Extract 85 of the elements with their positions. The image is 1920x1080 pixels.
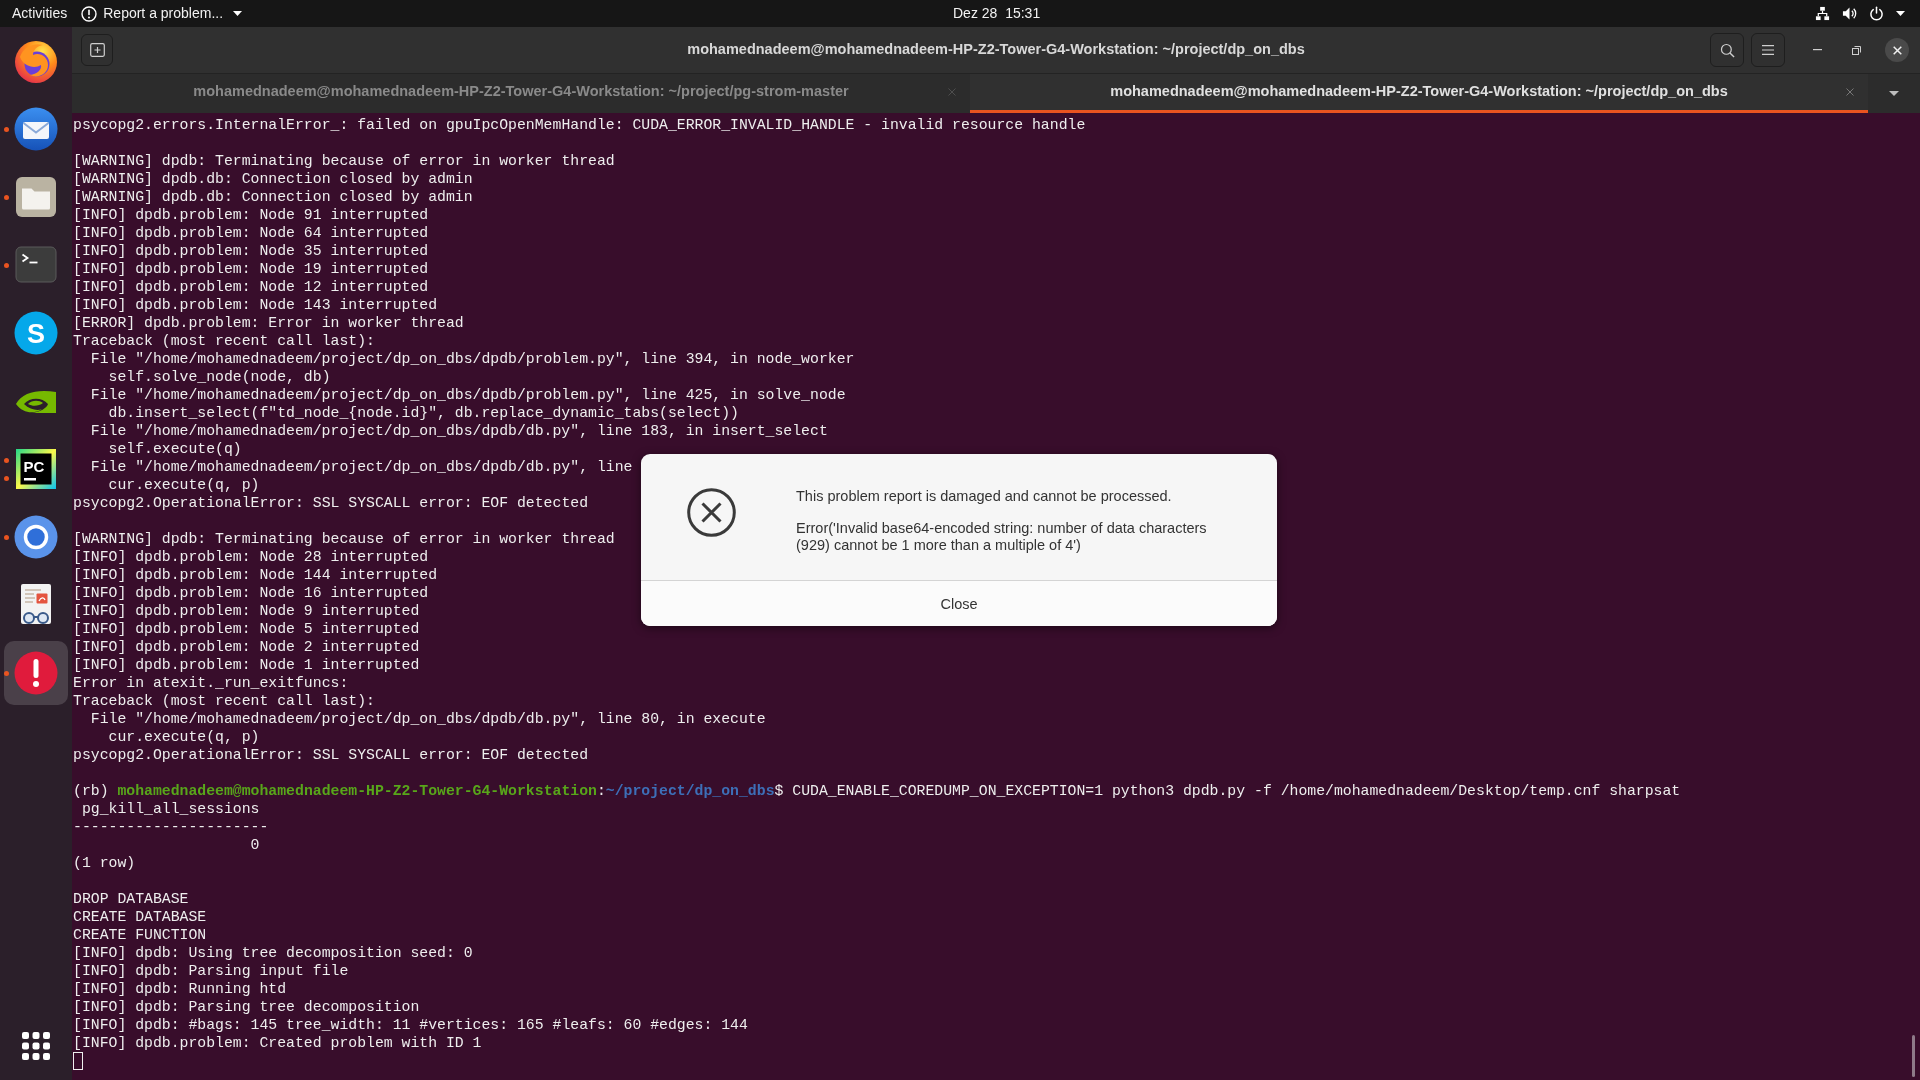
- output-line: db.insert_select(f"td_node_{node.id}", db.replace_dynamic_tabs(select)): [108, 405, 739, 421]
- output-line: self.solve_node(node, db): [108, 369, 331, 385]
- output-line: [INFO] dpdb: Running htd: [73, 981, 287, 997]
- tab[interactable]: mohamednadeem@mohamednadeem-HP-Z2-Tower-G4-Workstation: ~/project/pg-strom-master: [72, 74, 970, 113]
- close-icon: [1892, 45, 1902, 55]
- output-line: [INFO] dpdb.problem: Node 19 interrupted: [73, 261, 429, 277]
- dock-item[interactable]: PC: [4, 437, 68, 501]
- output-line: DROP DATABASE: [73, 891, 189, 907]
- search-button[interactable]: [1710, 33, 1744, 67]
- output-line: CREATE DATABASE: [73, 909, 207, 925]
- close-button[interactable]: Close: [641, 580, 1277, 626]
- menu-button[interactable]: [1751, 33, 1785, 67]
- output-line: [INFO] dpdb: Using tree decomposition seed: 0: [73, 945, 473, 961]
- output-line: ----------------------: [73, 819, 269, 835]
- output-line: cur.execute(q, p): [108, 477, 260, 493]
- output-line: [INFO] dpdb.problem: Node 1 interrupted: [73, 657, 420, 673]
- scrollbar-thumb[interactable]: [1912, 1035, 1915, 1077]
- output-line: Traceback (most recent call last):: [73, 693, 375, 709]
- caret-icon: [233, 11, 243, 16]
- app-menu-button[interactable]: Report a problem...: [81, 0, 243, 27]
- menu-icon: [1762, 45, 1774, 55]
- error-icon: [686, 488, 736, 537]
- output-line: File "/home/mohamednadeem/project/dp_on_dbs/dpdb/db.py", line: [90, 459, 633, 475]
- restore-icon: [1851, 45, 1861, 55]
- envelope-icon: [12, 105, 60, 153]
- network-icon: [1815, 6, 1830, 21]
- output-line: [WARNING] dpdb.db: Connection closed by admin: [73, 171, 473, 187]
- grid-icon: [22, 1032, 50, 1060]
- caret-icon: [1889, 91, 1899, 96]
- exclamation-icon: [12, 649, 60, 697]
- output-line: File "/home/mohamednadeem/project/dp_on_dbs/dpdb/problem.py", line 394, in node_worker: [90, 351, 855, 367]
- close-button[interactable]: [1885, 38, 1909, 62]
- output-line: Error in atexit._run_exitfuncs:: [73, 675, 349, 691]
- output-line: File "/home/mohamednadeem/project/dp_on_dbs/dpdb/db.py", line 80, in execute: [90, 711, 766, 727]
- output-line: cur.execute(q, p): [108, 729, 260, 745]
- output-line: [INFO] dpdb: Parsing input file: [73, 963, 349, 979]
- error-details: Error('Invalid base64-encoded string: number of data characters (929) cannot be 1 more than a multiple of 4'): [796, 520, 1208, 554]
- output-line: File "/home/mohamednadeem/project/dp_on_dbs/dpdb/db.py", line 183, in insert_select: [90, 423, 828, 439]
- tab[interactable]: mohamednadeem@mohamednadeem-HP-Z2-Tower-G4-Workstation: ~/project/dp_on_dbs: [970, 74, 1868, 113]
- output-line: File "/home/mohamednadeem/project/dp_on_dbs/dpdb/problem.py", line 425, in solve_node: [90, 387, 846, 403]
- minimize-icon: [1812, 49, 1822, 51]
- text-cursor-icon: [73, 1052, 83, 1070]
- output-line: [INFO] dpdb.problem: Node 5 interrupted: [73, 621, 420, 637]
- output-line: [INFO] dpdb.problem: Created problem with ID 1: [73, 1035, 482, 1051]
- output-line: [INFO] dpdb.problem: Node 91 interrupted: [73, 207, 429, 223]
- output-line: [WARNING] dpdb.db: Connection closed by admin: [73, 189, 473, 205]
- clock[interactable]: Dez 28 15:31: [953, 3, 1041, 24]
- window-title: mohamednadeem@mohamednadeem-HP-Z2-Tower-G4-Workstation: ~/project/dp_on_dbs: [687, 40, 1305, 60]
- output-line: pg_kill_all_sessions: [81, 801, 260, 817]
- output-line: [INFO] dpdb: Parsing tree decomposition: [73, 999, 420, 1015]
- search-icon: [1719, 42, 1735, 58]
- output-line: [INFO] dpdb.problem: Node 12 interrupted: [73, 279, 429, 295]
- output-line: psycopg2.OperationalError: SSL SYSCALL error: EOF detected: [73, 495, 588, 511]
- output-line: [INFO] dpdb.problem: Node 2 interrupted: [73, 639, 420, 655]
- close-icon[interactable]: [1846, 88, 1854, 96]
- output-line: (1 row): [73, 855, 136, 871]
- ring-logo-icon: [12, 513, 60, 561]
- power-icon: [1869, 6, 1884, 21]
- output-line: [INFO] dpdb.problem: Node 64 interrupted: [73, 225, 429, 241]
- output-line: [INFO] dpdb.problem: Node 28 interrupted: [73, 549, 429, 565]
- prompt-line: (rb) mohamednadeem@mohamednadeem-HP-Z2-Tower-G4-Workstation:~/project/dp_on_dbs$ CUDA_ENABLE_COREDUMP_ON_EXCEPTION=1 python3 dpdb.py -f /home/mohamednadeem/Desktop/temp.cnf sharpsat: [73, 783, 1681, 799]
- output-line: self.execute(q): [108, 441, 242, 457]
- letter-logo-icon: S: [12, 309, 60, 357]
- output-line: [INFO] dpdb.problem: Node 16 interrupted: [73, 585, 429, 601]
- plus-square-icon: [89, 43, 105, 57]
- output-line: Traceback (most recent call last):: [73, 333, 375, 349]
- output-line: [WARNING] dpdb: Terminating because of error in worker thread: [73, 531, 615, 547]
- activities-button[interactable]: Activities: [12, 0, 68, 27]
- output-line: psycopg2.errors.InternalError_: failed on gpuIpcOpenMemHandle: CUDA_ERROR_INVALID_HANDLE - invalid resource handle: [73, 117, 1086, 133]
- new-tab-button[interactable]: [81, 34, 113, 66]
- alert-circle-icon: [81, 5, 98, 22]
- output-line: [WARNING] dpdb: Terminating because of error in worker thread: [73, 153, 615, 169]
- volume-icon: [1842, 6, 1857, 21]
- output-line: CREATE FUNCTION: [73, 927, 207, 943]
- output-line: psycopg2.OperationalError: SSL SYSCALL error: EOF detected: [73, 747, 588, 763]
- output-line: [INFO] dpdb.problem: Node 144 interrupted: [73, 567, 438, 583]
- output-line: [INFO] dpdb.problem: Node 35 interrupted: [73, 243, 429, 259]
- output-line: [ERROR] dpdb.problem: Error in worker thread: [73, 315, 464, 331]
- dock-item[interactable]: [4, 641, 68, 705]
- output-line: [INFO] dpdb: #bags: 145 tree_width: 11 #vertices: 165 #leafs: 60 #edges: 144: [73, 1017, 748, 1033]
- output-line: [INFO] dpdb.problem: Node 9 interrupted: [73, 603, 420, 619]
- dialog-message: This problem report is damaged and cannot be processed.: [796, 487, 1173, 505]
- output-line: [INFO] dpdb.problem: Node 143 interrupted: [73, 297, 438, 313]
- caret-icon: [1896, 11, 1905, 16]
- output-line: 0: [250, 837, 260, 853]
